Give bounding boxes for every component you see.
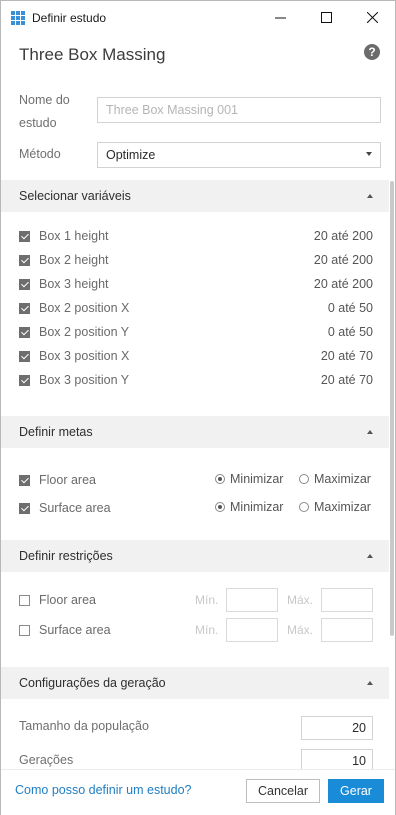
variable-row[interactable]: Box 2 position X 0 até 50 [19, 298, 375, 318]
maximize-radio[interactable]: Maximizar [299, 472, 371, 486]
scrollbar[interactable] [390, 181, 394, 636]
minimize-radio[interactable]: Minimizar [215, 500, 283, 514]
maximize-label: Maximizar [314, 472, 371, 486]
study-title: Three Box Massing [19, 45, 166, 64]
app-grid-icon [11, 10, 25, 25]
variable-range: 20 até 70 [320, 373, 373, 387]
variable-row[interactable]: Box 2 height 20 até 200 [19, 250, 375, 270]
window-controls [257, 1, 395, 34]
max-input[interactable] [321, 588, 373, 612]
variable-checkbox[interactable] [19, 374, 30, 386]
close-icon [366, 12, 378, 23]
max-input[interactable] [321, 618, 373, 642]
variable-name: Box 1 height [39, 229, 109, 243]
radio-empty-icon [299, 474, 309, 484]
variables-section-title: Selecionar variáveis [19, 189, 131, 203]
chevron-up-icon [367, 194, 373, 198]
constraint-name: Floor area [39, 593, 96, 607]
chevron-up-icon [367, 554, 373, 558]
minimize-label: Minimizar [230, 472, 284, 486]
maximize-radio[interactable]: Maximizar [299, 500, 371, 514]
minimize-icon [274, 17, 286, 19]
minimize-button[interactable] [257, 1, 303, 34]
close-button[interactable] [349, 1, 395, 34]
variable-name: Box 3 position Y [39, 373, 130, 387]
minimize-radio[interactable]: Minimizar [215, 472, 283, 486]
chevron-down-icon [366, 152, 372, 156]
constraint-checkbox[interactable] [19, 594, 30, 606]
variable-checkbox[interactable] [19, 254, 30, 266]
window-title: Definir estudo [32, 10, 107, 25]
radio-empty-icon [299, 502, 309, 512]
radio-selected-icon [215, 474, 225, 484]
method-label: Método [19, 147, 61, 161]
generate-button[interactable]: Gerar [328, 779, 384, 803]
goal-name: Surface area [39, 501, 111, 515]
variable-row[interactable]: Box 3 position Y 20 até 70 [19, 370, 375, 390]
help-icon[interactable]: ? [364, 44, 380, 60]
variable-name: Box 3 height [39, 277, 109, 291]
chevron-up-icon [367, 681, 373, 685]
variable-checkbox[interactable] [19, 302, 30, 314]
variable-checkbox[interactable] [19, 230, 30, 242]
variable-name: Box 2 position X [39, 301, 130, 315]
variable-row[interactable]: Box 1 height 20 até 200 [19, 226, 375, 246]
maximize-button[interactable] [303, 1, 349, 34]
variable-range: 0 até 50 [327, 325, 373, 339]
method-value: Optimize [106, 148, 156, 162]
min-label: Mín. [195, 623, 219, 637]
goal-checkbox[interactable] [19, 502, 30, 514]
dialog-footer: Como posso definir um estudo? Cancelar G… [1, 769, 395, 815]
cancel-button[interactable]: Cancelar [246, 779, 320, 803]
goals-section-title: Definir metas [19, 425, 93, 439]
population-label: Tamanho da população [19, 719, 149, 733]
variable-range: 0 até 50 [327, 301, 373, 315]
variable-range: 20 até 70 [320, 349, 373, 363]
title-bar: Definir estudo [1, 1, 395, 34]
study-name-input[interactable]: Three Box Massing 001 [97, 97, 381, 123]
variables-section-header[interactable]: Selecionar variáveis [1, 180, 389, 212]
min-label: Mín. [195, 593, 219, 607]
variable-checkbox[interactable] [19, 278, 30, 290]
variable-range: 20 até 200 [313, 229, 373, 243]
maximize-icon [320, 12, 332, 23]
name-label-line1: Nome do [19, 93, 70, 107]
population-input[interactable]: 20 [301, 716, 373, 740]
variable-name: Box 3 position X [39, 349, 130, 363]
variable-row[interactable]: Box 3 height 20 até 200 [19, 274, 375, 294]
variable-row[interactable]: Box 3 position X 20 até 70 [19, 346, 375, 366]
help-link[interactable]: Como posso definir um estudo? [15, 783, 191, 797]
variable-name: Box 2 position Y [39, 325, 130, 339]
variable-checkbox[interactable] [19, 326, 30, 338]
max-label: Máx. [287, 593, 314, 607]
variable-range: 20 até 200 [313, 253, 373, 267]
name-label-line2: estudo [19, 116, 57, 130]
maximize-label: Maximizar [314, 500, 371, 514]
variable-name: Box 2 height [39, 253, 109, 267]
max-label: Máx. [287, 623, 314, 637]
constraints-section-title: Definir restrições [19, 549, 113, 563]
constraints-section-header[interactable]: Definir restrições [1, 540, 389, 572]
constraint-checkbox[interactable] [19, 624, 30, 636]
generation-section-title: Configurações da geração [19, 676, 166, 690]
goal-name: Floor area [39, 473, 96, 487]
minimize-label: Minimizar [230, 500, 284, 514]
radio-selected-icon [215, 502, 225, 512]
variable-row[interactable]: Box 2 position Y 0 até 50 [19, 322, 375, 342]
goals-section-header[interactable]: Definir metas [1, 416, 389, 448]
variable-range: 20 até 200 [313, 277, 373, 291]
method-select[interactable]: Optimize [97, 142, 381, 168]
min-input[interactable] [226, 588, 278, 612]
chevron-up-icon [367, 430, 373, 434]
goal-checkbox[interactable] [19, 474, 30, 486]
variable-checkbox[interactable] [19, 350, 30, 362]
define-study-dialog: Definir estudo Three Box Massing ? Nome … [0, 0, 396, 815]
min-input[interactable] [226, 618, 278, 642]
generation-section-header[interactable]: Configurações da geração [1, 667, 389, 699]
constraint-name: Surface area [39, 623, 111, 637]
